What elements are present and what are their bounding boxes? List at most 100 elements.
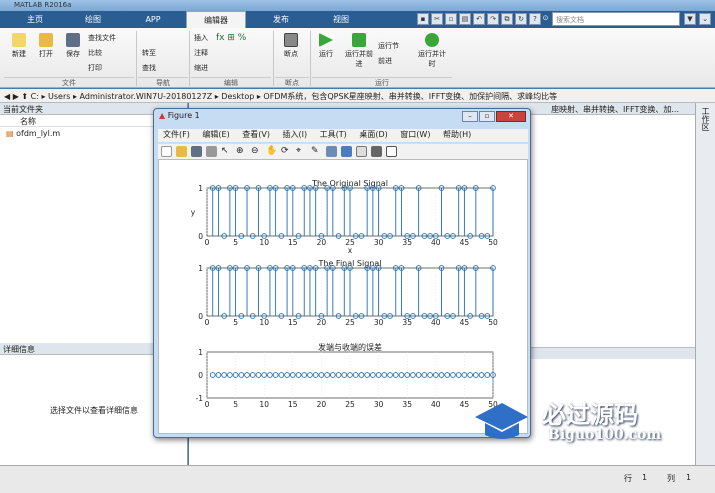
address-part[interactable]: OFDM系统，包含QPSK星座映射、串并转换、IFFT变换、加保护间隔、求峰均比… xyxy=(263,92,557,101)
x-tick-label: 30 xyxy=(374,238,384,247)
back-icon[interactable]: ◀ ▶ ⬆ xyxy=(4,92,28,101)
compare-button[interactable]: 比较 xyxy=(88,48,102,58)
new-figure-icon[interactable] xyxy=(161,146,172,157)
find-button[interactable]: 查找 xyxy=(142,63,156,73)
filter-icon[interactable]: ▼ xyxy=(684,13,696,25)
minimize-button[interactable]: – xyxy=(462,111,478,122)
maximize-button[interactable]: ▫ xyxy=(479,111,495,122)
zoom-out-icon[interactable]: ⊖ xyxy=(251,146,262,157)
run-label: 运行 xyxy=(319,50,333,58)
m-file-icon: ▤ xyxy=(6,129,14,138)
save-button[interactable]: 保存 xyxy=(61,33,85,59)
tab-apps[interactable]: APP xyxy=(128,11,178,28)
x-tick-label: 10 xyxy=(259,238,269,247)
save-icon[interactable]: ▪ xyxy=(417,13,429,25)
x-tick-label: 15 xyxy=(288,238,298,247)
rotate-icon[interactable]: ⟳ xyxy=(281,146,292,157)
x-tick-label: 5 xyxy=(233,238,238,247)
brush-icon[interactable]: ✎ xyxy=(311,146,322,157)
menu-edit[interactable]: 编辑(E) xyxy=(202,130,229,139)
address-part[interactable]: Desktop xyxy=(221,92,254,101)
copy-icon[interactable]: ▫ xyxy=(445,13,457,25)
find-files-button[interactable]: 查找文件 xyxy=(88,33,116,43)
figure-canvas[interactable]: 0 5 10 15 20 25 30 35 40 45 50 0 1 The Original Signa… xyxy=(158,159,528,434)
expand-icon[interactable]: ⌄ xyxy=(699,13,711,25)
pointer-icon[interactable]: ↖ xyxy=(221,146,232,157)
link-icon[interactable] xyxy=(326,146,337,157)
breakpoints-icon xyxy=(284,33,298,47)
print-button[interactable]: 打印 xyxy=(88,63,102,73)
x-tick-label: 0 xyxy=(205,400,210,409)
menu-desktop[interactable]: 桌面(D) xyxy=(359,130,387,139)
advance-button[interactable]: 前进 xyxy=(378,56,392,66)
graduation-cap-icon xyxy=(475,403,528,439)
paste-icon[interactable]: ▤ xyxy=(459,13,471,25)
tab-plots[interactable]: 绘图 xyxy=(68,11,118,28)
show-plot-tools-icon[interactable] xyxy=(386,146,397,157)
redo-icon[interactable]: ↷ xyxy=(487,13,499,25)
cut-icon[interactable]: ✂ xyxy=(431,13,443,25)
undo-icon[interactable]: ↶ xyxy=(473,13,485,25)
open-button[interactable]: 打开 xyxy=(34,33,58,59)
run-advance-icon xyxy=(352,33,366,47)
address-part[interactable]: Administrator.WIN7U-20180127Z xyxy=(80,92,213,101)
chart-title: The Final Signal xyxy=(318,259,382,268)
y-tick-label: 1 xyxy=(198,264,203,273)
insert-button[interactable]: 插入 xyxy=(194,33,208,43)
new-label: 新建 xyxy=(12,50,26,58)
tab-publish[interactable]: 发布 xyxy=(256,11,306,28)
col-label: 列 xyxy=(667,474,675,483)
figure-window[interactable]: ▲ Figure 1 – ▫ ✕ 文件(F) 编辑(E) 查看(V) 插入(I)… xyxy=(153,108,531,438)
run-icon xyxy=(319,33,333,47)
save-icon[interactable] xyxy=(191,146,202,157)
plot-area[interactable]: 0 5 10 15 20 25 30 35 40 45 5001The Original Signa… xyxy=(159,160,527,433)
x-tick-label: 20 xyxy=(317,400,327,409)
pan-icon[interactable]: ✋ xyxy=(266,146,277,157)
menu-file[interactable]: 文件(F) xyxy=(163,130,190,139)
address-bar[interactable]: ◀ ▶ ⬆ C: ▸ Users ▸ Administrator.WIN7U-2… xyxy=(0,89,715,103)
x-tick-label: 5 xyxy=(233,400,238,409)
tab-view[interactable]: 视图 xyxy=(316,11,366,28)
new-button[interactable]: 新建 xyxy=(7,33,31,59)
colorbar-icon[interactable] xyxy=(341,146,352,157)
edit-tools-icons[interactable]: fx ⊞ % xyxy=(216,33,266,43)
close-button[interactable]: ✕ xyxy=(496,111,526,122)
legend-icon[interactable] xyxy=(356,146,367,157)
data-cursor-icon[interactable]: ⌖ xyxy=(296,146,307,157)
zoom-in-icon[interactable]: ⊕ xyxy=(236,146,247,157)
workspace-label: 工作区 xyxy=(701,107,710,131)
open-label: 打开 xyxy=(39,50,53,58)
tab-home[interactable]: 主页 xyxy=(10,11,60,28)
run-and-time-button[interactable]: 运行并计时 xyxy=(418,33,446,69)
menu-window[interactable]: 窗口(W) xyxy=(400,130,430,139)
watermark-text: 必过源码 xyxy=(542,401,638,429)
menu-insert[interactable]: 插入(I) xyxy=(283,130,308,139)
figure-menu-bar: 文件(F) 编辑(E) 查看(V) 插入(I) 工具(T) 桌面(D) 窗口(W… xyxy=(158,129,528,142)
hide-plot-tools-icon[interactable] xyxy=(371,146,382,157)
run-button[interactable]: 运行 xyxy=(314,33,338,59)
group-edit-label: 编辑 xyxy=(191,77,271,87)
tab-editor[interactable]: 编辑器 xyxy=(186,11,246,28)
y-tick-label: 0 xyxy=(198,232,203,241)
switch-window-icon[interactable]: ⧉ xyxy=(501,13,513,25)
menu-tools[interactable]: 工具(T) xyxy=(320,130,347,139)
breakpoints-button[interactable]: 断点 xyxy=(279,33,303,59)
print-icon[interactable] xyxy=(206,146,217,157)
menu-view[interactable]: 查看(V) xyxy=(242,130,270,139)
run-and-advance-button[interactable]: 运行并前进 xyxy=(344,33,374,69)
go-to-button[interactable]: 转至 xyxy=(142,48,156,58)
refresh-icon[interactable]: ↻ xyxy=(515,13,527,25)
search-input[interactable]: 搜索文档 xyxy=(552,12,680,26)
address-part[interactable]: C: xyxy=(31,92,39,101)
open-icon[interactable] xyxy=(176,146,187,157)
run-section-button[interactable]: 运行节 xyxy=(378,41,399,51)
separator xyxy=(310,31,311,86)
menu-help[interactable]: 帮助(H) xyxy=(443,130,471,139)
help-icon[interactable]: ? xyxy=(529,13,541,25)
figure-title: ▲ Figure 1 xyxy=(159,111,200,120)
x-tick-label: 10 xyxy=(259,400,269,409)
address-part[interactable]: Users xyxy=(48,92,70,101)
comment-button[interactable]: 注释 xyxy=(194,48,208,58)
minimize-ribbon-icon[interactable]: ⊙ xyxy=(541,13,550,25)
indent-button[interactable]: 缩进 xyxy=(194,63,208,73)
